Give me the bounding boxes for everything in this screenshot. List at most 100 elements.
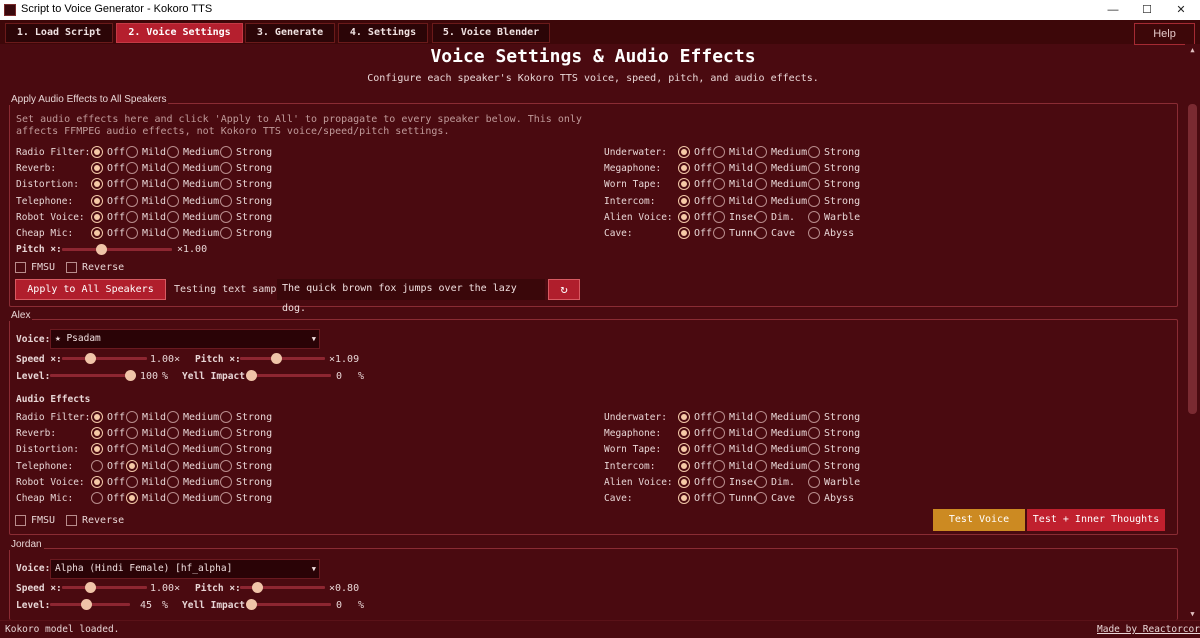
reverse-checkbox[interactable] [66, 515, 77, 526]
slider-handle[interactable] [125, 370, 136, 381]
slider-handle[interactable] [81, 599, 92, 610]
alex-radio-button[interactable] [126, 475, 138, 488]
apply-all-radio-button[interactable] [678, 194, 690, 207]
alex-radio-button[interactable] [755, 475, 767, 488]
apply-all-radio-button[interactable] [713, 146, 725, 158]
slider-track[interactable] [62, 248, 172, 251]
alex-radio-button[interactable] [167, 411, 179, 423]
apply-all-radio-button[interactable] [678, 210, 690, 223]
voice-select[interactable]: Alpha (Hindi Female) [hf_alpha] ▼ [50, 559, 320, 579]
alex-radio-button[interactable] [755, 492, 767, 504]
alex-radio-button[interactable] [713, 459, 725, 472]
apply-all-radio-button[interactable] [220, 194, 232, 207]
apply-all-radio-button[interactable] [713, 210, 725, 223]
apply-all-radio-button[interactable] [808, 146, 820, 158]
apply-to-all-button[interactable]: Apply to All Speakers [15, 279, 166, 300]
alex-radio-button[interactable] [755, 411, 767, 423]
test-inner-thoughts-button[interactable]: Test + Inner Thoughts [1027, 509, 1165, 531]
apply-all-radio-button[interactable] [126, 210, 138, 223]
apply-all-radio-button[interactable] [126, 146, 138, 158]
help-button[interactable]: Help [1134, 23, 1195, 45]
voice-select[interactable]: ★ Psadam ▼ [50, 329, 320, 349]
apply-all-radio-button[interactable] [678, 227, 690, 239]
apply-all-radio-button[interactable] [755, 210, 767, 223]
alex-radio-button[interactable] [91, 492, 103, 504]
minimize-button[interactable]: — [1096, 0, 1130, 20]
credit-link[interactable]: Made by Reactorcore [1097, 624, 1200, 635]
tab-voice-settings[interactable]: 2. Voice Settings [116, 23, 243, 43]
apply-all-radio-button[interactable] [755, 194, 767, 207]
apply-all-radio-button[interactable] [808, 194, 820, 207]
alex-radio-button[interactable] [126, 492, 138, 504]
tab-generate[interactable]: 3. Generate [245, 23, 335, 43]
apply-all-radio-button[interactable] [755, 146, 767, 158]
test-voice-button[interactable]: Test Voice [933, 509, 1025, 531]
slider-track[interactable] [251, 603, 331, 606]
alex-radio-button[interactable] [220, 492, 232, 504]
slider-handle[interactable] [85, 582, 97, 593]
apply-all-radio-button[interactable] [91, 210, 103, 223]
slider-handle[interactable] [252, 582, 263, 593]
tab-load-script[interactable]: 1. Load Script [5, 23, 113, 43]
slider-track[interactable] [240, 357, 325, 360]
slider-track[interactable] [62, 586, 147, 589]
slider-track[interactable] [50, 374, 130, 377]
apply-all-radio-button[interactable] [808, 210, 820, 223]
alex-radio-button[interactable] [167, 492, 179, 504]
alex-radio-button[interactable] [91, 411, 103, 423]
vertical-scrollbar[interactable]: ▲ ▼ [1185, 44, 1200, 620]
alex-radio-button[interactable] [755, 459, 767, 472]
apply-all-radio-button[interactable] [220, 210, 232, 223]
fmsu-checkbox[interactable] [15, 515, 26, 526]
alex-radio-button[interactable] [167, 475, 179, 488]
apply-all-radio-button[interactable] [167, 210, 179, 223]
alex-radio-button[interactable] [220, 411, 232, 423]
alex-radio-button[interactable] [126, 459, 138, 472]
alex-radio-button[interactable] [678, 411, 690, 423]
apply-all-radio-button[interactable] [126, 227, 138, 239]
alex-radio-button[interactable] [713, 475, 725, 488]
slider-handle[interactable] [270, 353, 282, 364]
slider-handle[interactable] [95, 244, 107, 255]
apply-all-radio-button[interactable] [167, 146, 179, 158]
apply-all-radio-button[interactable] [91, 146, 103, 158]
slider-track[interactable] [62, 357, 147, 360]
alex-radio-button[interactable] [678, 475, 690, 488]
scroll-down-icon[interactable]: ▼ [1185, 608, 1200, 620]
apply-all-radio-button[interactable] [91, 194, 103, 207]
apply-all-radio-button[interactable] [126, 194, 138, 207]
apply-all-reverse-checkbox[interactable] [66, 262, 77, 273]
apply-all-radio-button[interactable] [713, 194, 725, 207]
slider-handle[interactable] [246, 599, 257, 610]
slider-track[interactable] [251, 374, 331, 377]
alex-radio-button[interactable] [713, 411, 725, 423]
apply-all-radio-button[interactable] [167, 227, 179, 239]
alex-radio-button[interactable] [167, 459, 179, 472]
alex-radio-button[interactable] [126, 411, 138, 423]
scroll-thumb[interactable] [1188, 104, 1197, 414]
scroll-up-icon[interactable]: ▲ [1185, 44, 1200, 56]
alex-radio-button[interactable] [713, 492, 725, 504]
slider-handle[interactable] [246, 370, 257, 381]
alex-radio-button[interactable] [678, 492, 690, 504]
alex-radio-button[interactable] [91, 475, 103, 488]
apply-all-radio-button[interactable] [808, 227, 820, 239]
apply-all-radio-button[interactable] [220, 227, 232, 239]
alex-radio-button[interactable] [91, 459, 103, 472]
alex-radio-button[interactable] [808, 411, 820, 423]
apply-all-radio-button[interactable] [755, 227, 767, 239]
test-text-input[interactable]: The quick brown fox jumps over the lazy … [277, 279, 545, 314]
refresh-icon[interactable]: ↻ [548, 279, 580, 300]
tab-voice-blender[interactable]: 5. Voice Blender [432, 23, 550, 43]
alex-radio-button[interactable] [808, 459, 820, 472]
alex-radio-button[interactable] [220, 475, 232, 488]
slider-handle[interactable] [85, 353, 97, 364]
apply-all-radio-button[interactable] [220, 146, 232, 158]
alex-radio-button[interactable] [808, 492, 820, 504]
apply-all-radio-button[interactable] [678, 146, 690, 158]
alex-radio-button[interactable] [220, 459, 232, 472]
tab-settings[interactable]: 4. Settings [338, 23, 428, 43]
close-button[interactable]: ✕ [1164, 0, 1198, 20]
apply-all-radio-button[interactable] [167, 194, 179, 207]
alex-radio-button[interactable] [808, 475, 820, 488]
